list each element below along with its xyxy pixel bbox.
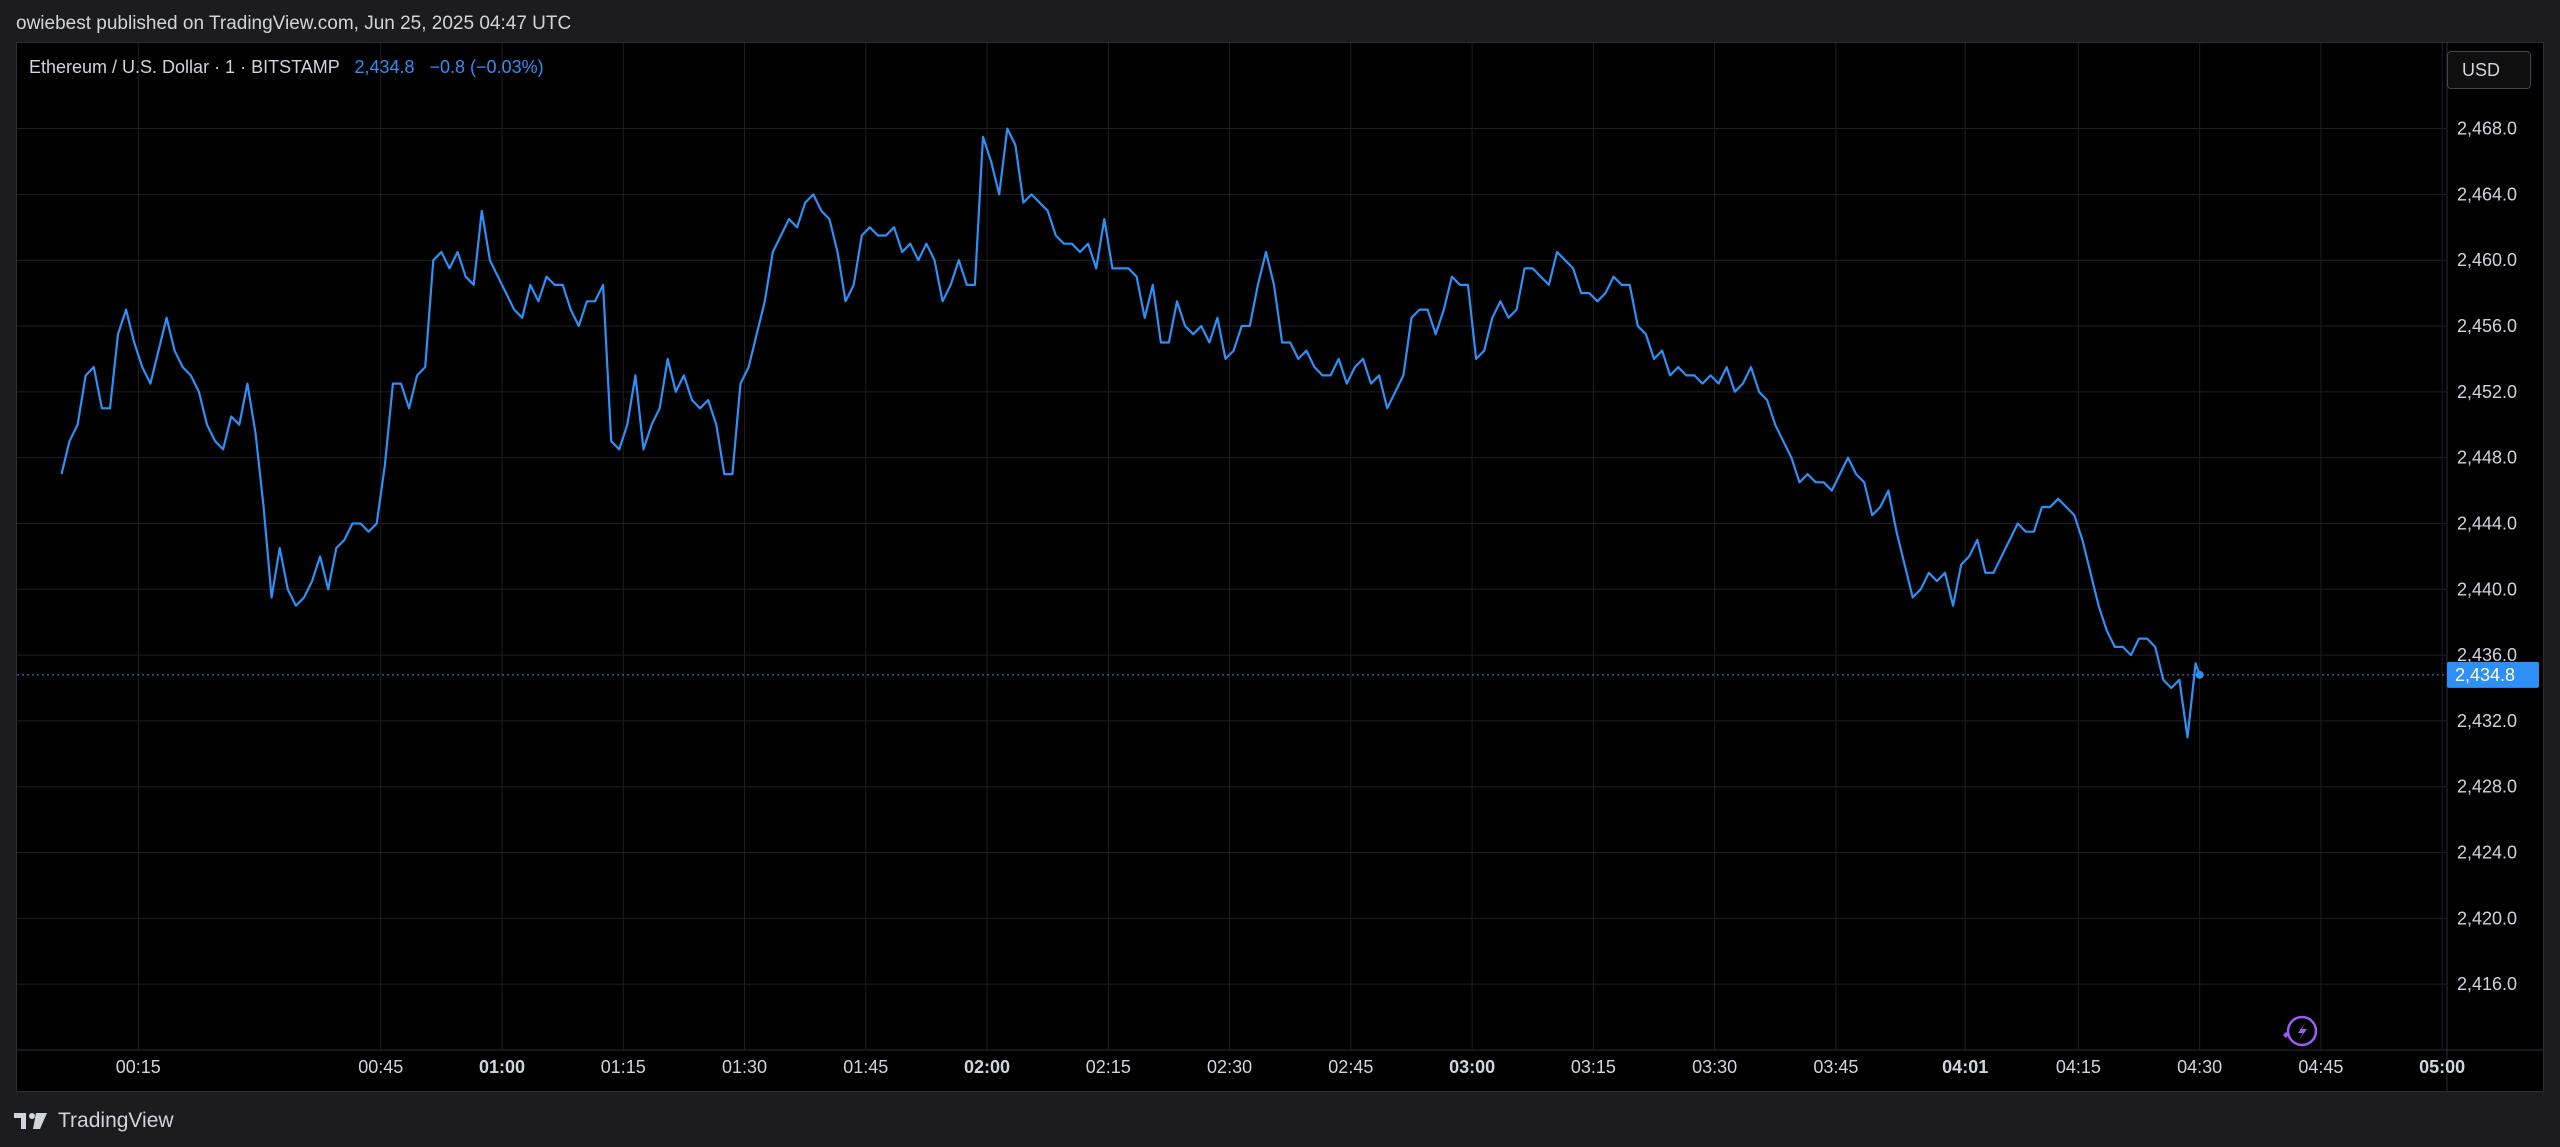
price-tick-label: 2,428.0 xyxy=(2457,777,2517,797)
time-tick-label: 01:30 xyxy=(722,1057,767,1077)
chart-panel[interactable]: 2,416.0 2,420.0 2,424.0 2,428.0 2,432.0 2,436… xyxy=(16,42,2544,1092)
last-price-value: 2,434.8 xyxy=(354,57,415,77)
price-tick-label: 2,432.0 xyxy=(2457,711,2517,731)
time-tick-label: 00:15 xyxy=(116,1057,161,1077)
time-tick-label: 04:15 xyxy=(2056,1057,2101,1077)
time-axis: 00:15 00:45 01:00 01:15 01:30 01:45 02:00 02:15… xyxy=(116,1057,2465,1077)
price-tick-label: 2,464.0 xyxy=(2457,184,2517,204)
price-tick-label: 2,444.0 xyxy=(2457,513,2517,533)
brand-footer[interactable]: TradingView xyxy=(14,1107,174,1135)
time-tick-label: 02:00 xyxy=(964,1057,1010,1077)
price-tick-label: 2,424.0 xyxy=(2457,843,2517,863)
time-tick-label: 01:45 xyxy=(843,1057,888,1077)
time-tick-label: 04:30 xyxy=(2177,1057,2222,1077)
last-price-label: 2,434.8 xyxy=(2447,661,2539,688)
time-tick-label: 02:15 xyxy=(1086,1057,1131,1077)
time-tick-label: 02:45 xyxy=(1328,1057,1373,1077)
time-tick-label: 03:00 xyxy=(1449,1057,1495,1077)
last-price-label-text: 2,434.8 xyxy=(2455,665,2515,685)
time-tick-label: 04:45 xyxy=(2298,1057,2343,1077)
time-tick-label: 03:45 xyxy=(1813,1057,1858,1077)
published-header: owiebest published on TradingView.com, J… xyxy=(16,13,572,34)
price-tick-label: 2,420.0 xyxy=(2457,908,2517,928)
price-chart[interactable]: 2,416.02,420.02,424.02,428.02,432.02,436… xyxy=(17,43,2543,1091)
time-tick-label: 03:15 xyxy=(1571,1057,1616,1077)
price-tick-label: 2,416.0 xyxy=(2457,974,2517,994)
price-line xyxy=(60,127,2201,739)
price-tick-label: 2,448.0 xyxy=(2457,448,2517,468)
grid-lines xyxy=(17,43,2543,1091)
price-tick-label: 2,456.0 xyxy=(2457,316,2517,336)
price-change-value: −0.8 (−0.03%) xyxy=(429,57,544,77)
time-tick-label: 02:30 xyxy=(1207,1057,1252,1077)
price-tick-label: 2,440.0 xyxy=(2457,579,2517,599)
price-tick-label: 2,452.0 xyxy=(2457,382,2517,402)
currency-button[interactable]: USD xyxy=(2447,51,2531,89)
symbol-name: Ethereum / U.S. Dollar · 1 · BITSTAMP xyxy=(29,57,340,77)
price-tick-label: 2,460.0 xyxy=(2457,250,2517,270)
last-price-dot xyxy=(2195,670,2204,679)
lightning-badge-icon xyxy=(2283,1015,2318,1047)
time-tick-label: 01:00 xyxy=(479,1057,525,1077)
symbol-legend: Ethereum / U.S. Dollar · 1 · BITSTAMP 2,… xyxy=(29,55,544,79)
time-tick-label: 01:15 xyxy=(601,1057,646,1077)
time-tick-label: 00:45 xyxy=(358,1057,403,1077)
price-tick-label: 2,468.0 xyxy=(2457,119,2517,139)
brand-name: TradingView xyxy=(58,1109,174,1132)
time-tick-label: 03:30 xyxy=(1692,1057,1737,1077)
time-tick-label: 05:00 xyxy=(2419,1057,2465,1077)
price-axis: 2,416.02,420.02,424.02,428.02,432.02,436… xyxy=(2457,119,2517,995)
tradingview-logo-icon xyxy=(14,1113,47,1129)
time-tick-label: 04:01 xyxy=(1942,1057,1988,1077)
